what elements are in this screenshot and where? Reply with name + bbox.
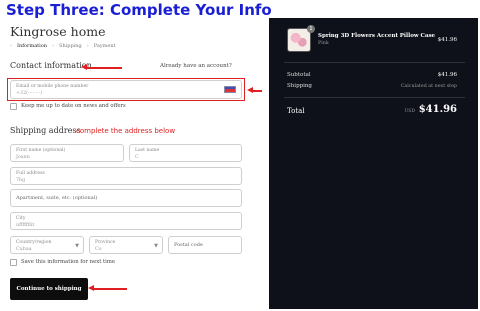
newsletter-checkbox[interactable] bbox=[10, 103, 17, 110]
breadcrumb-information[interactable]: Information bbox=[17, 43, 47, 49]
login-link[interactable]: Already have an account? bbox=[160, 63, 232, 69]
currency-code: USD bbox=[404, 109, 415, 114]
email-field-label: Email or mobile phone number bbox=[16, 84, 89, 89]
country-flag-icon[interactable] bbox=[224, 86, 236, 93]
newsletter-checkbox-label: Keep me up to date on news and offers bbox=[21, 103, 126, 109]
subtotal-value: $41.96 bbox=[437, 72, 457, 78]
annotation-arrow bbox=[247, 87, 262, 93]
city-label: City bbox=[16, 216, 26, 221]
breadcrumb: › Information › Shipping › Payment bbox=[10, 43, 116, 49]
city-field[interactable]: City ufffffflit bbox=[10, 212, 242, 230]
summary-divider bbox=[284, 97, 465, 98]
step-title: Step Three: Complete Your Info bbox=[6, 1, 272, 19]
city-value: ufffffflit bbox=[16, 223, 35, 228]
annotation-arrow bbox=[81, 64, 122, 70]
email-field-value: +32(········) bbox=[16, 91, 43, 96]
product-variant: Pink bbox=[318, 41, 329, 46]
first-name-value: Joann bbox=[16, 155, 30, 160]
apartment-placeholder: Apartment, suite, etc. (optional) bbox=[16, 195, 98, 201]
address-field[interactable]: Full address 7bg bbox=[10, 167, 242, 185]
province-select[interactable]: Province Co ▼ bbox=[89, 236, 163, 254]
country-select[interactable]: Country/region Cubaa ▼ bbox=[10, 236, 84, 254]
shipping-label: Shipping bbox=[287, 83, 312, 89]
first-name-field[interactable]: First name (optional) Joann bbox=[10, 144, 124, 162]
province-value: Co bbox=[95, 247, 102, 252]
country-value: Cubaa bbox=[16, 247, 32, 252]
chevron-down-icon: ▼ bbox=[75, 243, 79, 249]
postal-code-field[interactable]: Postal code bbox=[168, 236, 242, 254]
chevron-right-icon: › bbox=[10, 43, 12, 49]
last-name-label: Last name bbox=[135, 148, 160, 153]
summary-divider bbox=[284, 62, 465, 63]
address-value: 7bg bbox=[16, 178, 26, 183]
last-name-field[interactable]: Last name C bbox=[129, 144, 242, 162]
quantity-badge: 1 bbox=[307, 25, 315, 33]
breadcrumb-payment[interactable]: Payment bbox=[94, 43, 116, 49]
store-name[interactable]: Kingrose home bbox=[10, 24, 106, 39]
first-name-label: First name (optional) bbox=[16, 148, 66, 153]
chevron-down-icon: ▼ bbox=[154, 243, 158, 249]
address-label: Full address bbox=[16, 171, 45, 176]
subtotal-label: Subtotal bbox=[287, 72, 311, 78]
email-field[interactable]: Email or mobile phone number +32(·······… bbox=[10, 80, 242, 99]
postal-code-placeholder: Postal code bbox=[174, 242, 203, 248]
country-label: Country/region bbox=[16, 240, 52, 245]
continue-to-shipping-button[interactable]: Continue to shipping bbox=[10, 278, 88, 300]
total-value: $41.96 bbox=[418, 104, 457, 115]
product-price: $41.96 bbox=[437, 37, 457, 43]
chevron-right-icon: › bbox=[86, 43, 89, 49]
order-summary-panel: 1 Spring 3D Flowers Accent Pillow Case P… bbox=[269, 18, 478, 309]
shipping-annotation: complete the address below bbox=[76, 127, 176, 135]
product-name: Spring 3D Flowers Accent Pillow Case bbox=[318, 33, 436, 39]
annotation-arrow bbox=[88, 285, 127, 291]
apartment-field[interactable]: Apartment, suite, etc. (optional) bbox=[10, 189, 242, 207]
chevron-right-icon: › bbox=[52, 43, 55, 49]
contact-section-title: Contact information bbox=[10, 61, 92, 70]
shipping-section-title: Shipping address bbox=[10, 126, 81, 135]
last-name-value: C bbox=[135, 155, 139, 160]
province-label: Province bbox=[95, 240, 116, 245]
breadcrumb-shipping[interactable]: Shipping bbox=[59, 43, 82, 49]
shipping-value: Calculated at next step bbox=[400, 84, 457, 89]
save-info-checkbox[interactable] bbox=[10, 259, 17, 266]
save-info-checkbox-label: Save this information for next time bbox=[21, 259, 115, 265]
total-label: Total bbox=[287, 107, 305, 115]
